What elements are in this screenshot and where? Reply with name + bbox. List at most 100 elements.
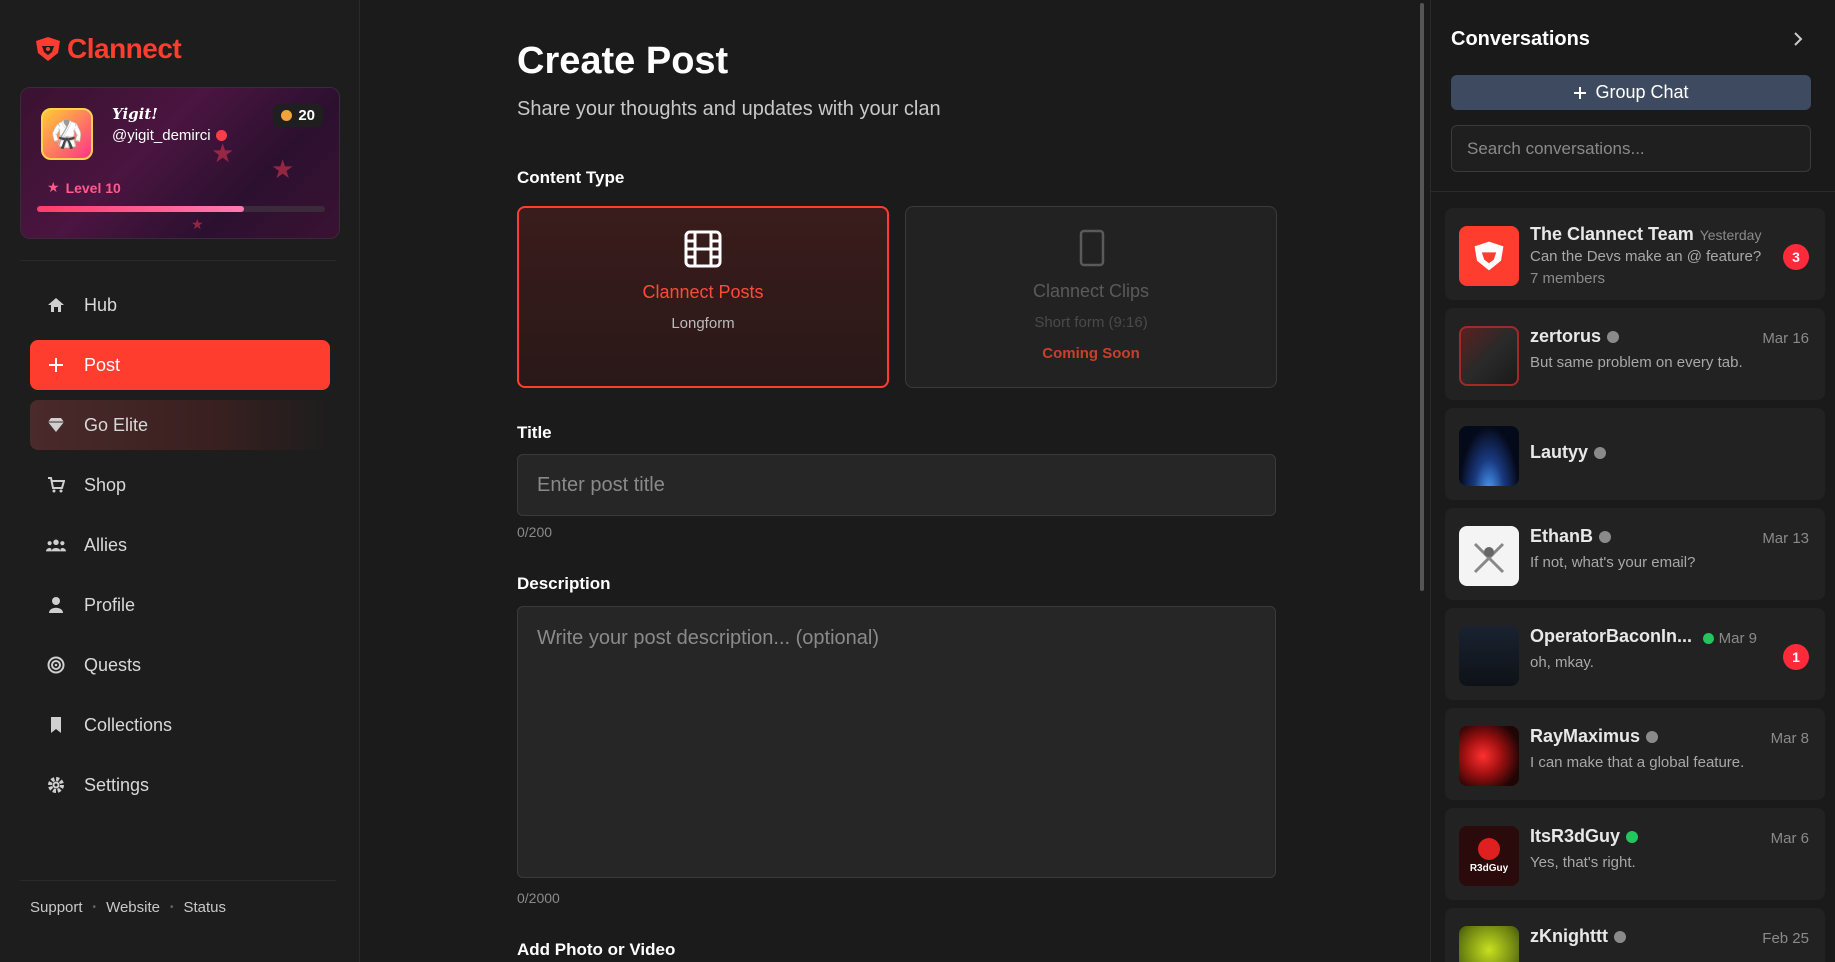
level-label: ★ Level 10 [47,179,121,196]
star-decoration-icon: ★ [191,216,204,232]
conversation-date: Mar 6 [1770,830,1809,847]
main-scrollbar[interactable] [1420,3,1424,591]
content-type-posts[interactable]: Clannect Posts Longform [517,206,889,388]
conversation-date-with-status: Mar 9 [1702,630,1757,647]
app-root: Clannect ★ ★ ★ 🥋 Yigit! @yigit_demirci 2… [0,0,1835,962]
user-icon [46,595,66,615]
conversation-name-text: zKnighttt [1530,926,1608,946]
coin-balance[interactable]: 20 [273,104,323,127]
conversation-name-text: zertorus [1530,326,1602,346]
profile-display-name: Yigit! [112,105,158,123]
sidebar-divider [20,260,336,261]
description-textarea[interactable] [517,606,1276,878]
conversation-name: The Clannect Team Yesterday [1530,224,1761,245]
conversation-members: 7 members [1530,270,1606,287]
unread-badge: 3 [1783,244,1809,270]
conversation-name-text: EthanB [1530,526,1593,546]
conversation-list: The Clannect Team Yesterday Can the Devs… [1445,208,1825,962]
sidebar: Clannect ★ ★ ★ 🥋 Yigit! @yigit_demirci 2… [0,0,360,962]
conversation-date: Mar 16 [1762,330,1809,347]
status-dot-offline [1613,930,1626,943]
unread-badge: 1 [1783,644,1809,670]
clannect-logo-icon [1474,241,1504,271]
conversation-item[interactable]: R3dGuy ItsR3dGuy Mar 6 Yes, that's right… [1445,808,1825,900]
conversation-date: Mar 13 [1762,530,1809,547]
separator-dot: • [169,902,174,913]
coming-soon-label: Coming Soon [1042,345,1140,362]
conversations-panel: Conversations Group Chat The Clannect Te… [1430,0,1835,962]
plus-icon [1574,86,1587,99]
group-chat-button[interactable]: Group Chat [1451,75,1811,110]
nav-item-go-elite[interactable]: Go Elite [30,400,330,450]
conversation-item[interactable]: OperatorBaconIn... Mar 9 oh, mkay. 1 [1445,608,1825,700]
profile-handle: @yigit_demirci [112,127,227,144]
conversation-date: Mar 9 [1718,630,1757,647]
nav-item-quests[interactable]: Quests [30,640,330,690]
conversation-name-text: OperatorBaconIn... [1530,626,1693,646]
target-icon [46,655,66,675]
xp-progress-fill [37,206,245,212]
conversation-last-message: If not, what's your email? [1530,554,1696,571]
separator-dot: • [92,902,97,913]
conversation-name: zKnighttt [1530,926,1626,947]
status-link[interactable]: Status [184,899,227,916]
nav-item-profile[interactable]: Profile [30,580,330,630]
nav-item-allies[interactable]: Allies [30,520,330,570]
users-icon [46,535,66,555]
title-input[interactable] [517,454,1276,516]
page-subtitle: Share your thoughts and updates with you… [517,98,941,120]
conversation-item[interactable]: zertorus Mar 16 But same problem on ever… [1445,308,1825,400]
nav-item-label: Go Elite [84,414,149,435]
conversation-name: RayMaximus [1530,726,1659,747]
nav-item-hub[interactable]: Hub [30,280,330,330]
support-link[interactable]: Support [30,899,83,916]
conversation-item[interactable]: EthanB Mar 13 If not, what's your email? [1445,508,1825,600]
website-link[interactable]: Website [106,899,160,916]
conversation-item[interactable]: The Clannect Team Yesterday Can the Devs… [1445,208,1825,300]
nav-item-post[interactable]: Post [30,340,330,390]
nav-item-collections[interactable]: Collections [30,700,330,750]
conversation-date: Mar 8 [1770,730,1809,747]
plus-icon [46,355,66,375]
conversation-name: EthanB [1530,526,1611,547]
conversation-last-message: Can the Devs make an @ feature? [1530,248,1762,265]
conversation-name-text: The Clannect Team [1530,224,1694,244]
conversation-item[interactable]: Lautyy [1445,408,1825,500]
gear-icon [46,775,66,795]
media-label: Add Photo or Video [517,940,676,959]
conversation-name-text: Lautyy [1530,442,1589,462]
conversation-last-message: I can make that a global feature. [1530,754,1745,771]
conversation-last-message: But same problem on every tab. [1530,354,1743,371]
conversation-name: Lautyy [1530,442,1607,463]
title-counter: 0/200 [517,524,553,540]
coin-count: 20 [298,107,315,124]
conversation-item[interactable]: RayMaximus Mar 8 I can make that a globa… [1445,708,1825,800]
conversation-name-text: RayMaximus [1530,726,1641,746]
content-type-label: Content Type [517,168,625,187]
avatar: 🥋 [41,108,93,160]
avatar [1459,326,1519,386]
status-dot-online [1626,830,1639,843]
nav-item-label: Shop [84,474,127,495]
description-counter: 0/2000 [517,890,560,906]
sidebar-nav: Hub Post Go Elite Shop Allies Profile Qu… [30,280,330,820]
search-conversations-input[interactable] [1451,125,1811,172]
user-silhouette-icon [1478,838,1500,860]
conversation-name: OperatorBaconIn... [1530,626,1692,647]
create-post-main: Create Post Share your thoughts and upda… [360,0,1430,962]
group-chat-label: Group Chat [1595,82,1689,102]
film-icon [684,230,722,268]
avatar [1459,226,1519,286]
crest-icon [1473,542,1505,574]
avatar-text: R3dGuy [1469,863,1509,874]
conversation-item[interactable]: zKnighttt Feb 25 [1445,908,1825,962]
nav-item-label: Collections [84,714,173,735]
title-label: Title [517,423,552,442]
chevron-right-icon[interactable] [1789,30,1807,48]
brand-logo[interactable]: Clannect [33,33,182,65]
diamond-icon [46,415,66,435]
nav-item-shop[interactable]: Shop [30,460,330,510]
profile-card[interactable]: ★ ★ ★ 🥋 Yigit! @yigit_demirci 20 ★ Level… [20,87,340,239]
nav-item-settings[interactable]: Settings [30,760,330,810]
status-dot-offline [1607,330,1620,343]
